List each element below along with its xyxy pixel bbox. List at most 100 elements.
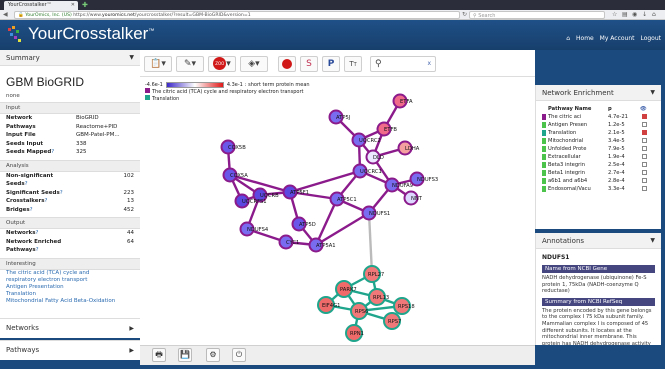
enrichment-row[interactable]: Antigen Presen 1.2e-5 xyxy=(536,121,661,129)
new-tab-icon[interactable]: ✚ xyxy=(82,1,88,9)
graph-node[interactable]: NDUFS1 xyxy=(361,205,391,221)
interesting-pathway-link[interactable]: Mitochondrial Fatty Acid Beta-Oxidation xyxy=(0,298,140,305)
summary-row-value: 452 xyxy=(123,206,135,213)
layout-tool-button[interactable]: 📋▾ xyxy=(144,56,172,72)
summary-row: Bridges? 452 xyxy=(0,206,140,215)
enrichment-row[interactable]: Endosomal/Vacu 3.3e-4 xyxy=(536,185,661,193)
graph-search-field[interactable]: ⚲ x xyxy=(370,56,436,72)
graph-node[interactable]: COX5B xyxy=(220,139,247,155)
help-link[interactable]: ? xyxy=(35,230,38,236)
help-link[interactable]: ? xyxy=(45,198,48,204)
interesting-pathway-link[interactable]: Antigen Presentation xyxy=(0,284,140,291)
summary-row-value: 13 xyxy=(127,198,134,204)
graph-node[interactable]: NDUFS4 xyxy=(239,221,269,237)
help-link[interactable]: ? xyxy=(25,181,28,187)
pathway-visibility-checkbox[interactable] xyxy=(642,162,647,167)
pathway-visibility-checkbox[interactable] xyxy=(642,170,647,175)
pathway-color-swatch xyxy=(542,146,546,152)
download-icon[interactable]: ↓ xyxy=(642,11,647,18)
interesting-pathway-link[interactable]: respiratory electron transport xyxy=(0,277,140,284)
graph-node[interactable]: ETFB xyxy=(376,121,398,137)
enrichment-row[interactable]: Unfolded Prote 7.9e-5 xyxy=(536,145,661,153)
graph-node[interactable]: ATP5J xyxy=(328,109,351,125)
home-icon[interactable]: ⌂ xyxy=(652,11,656,18)
enrichment-row[interactable]: Beta1 integrin 2.7e-4 xyxy=(536,169,661,177)
interesting-pathway-link[interactable]: The citric acid (TCA) cycle and xyxy=(0,270,140,277)
help-link[interactable]: ? xyxy=(51,149,54,155)
graph-node[interactable]: DLD xyxy=(365,149,384,165)
graph-node[interactable]: RPL27 xyxy=(363,265,384,283)
help-link[interactable]: ? xyxy=(30,207,33,213)
logout-link[interactable]: Logout xyxy=(640,35,661,42)
print-button[interactable]: 🖶 xyxy=(152,348,166,362)
browser-tab[interactable]: YourCrosstalker™ ✕ xyxy=(4,1,78,10)
eye-icon[interactable]: 👁 xyxy=(640,105,647,113)
graph-node[interactable]: RPS7 xyxy=(383,312,401,330)
bookmark-star-icon[interactable]: ☆ xyxy=(612,11,617,18)
enrichment-row[interactable]: Mitochondrial 3.4e-5 xyxy=(536,137,661,145)
summary-panel-header[interactable]: Summary ▼ xyxy=(0,50,140,66)
shield-icon[interactable]: ◉ xyxy=(632,11,637,18)
pathway-visibility-checkbox[interactable] xyxy=(642,146,647,151)
interesting-pathway-link[interactable]: Translation xyxy=(0,291,140,298)
back-icon[interactable]: ◀ xyxy=(3,11,8,18)
summary-row-value: 44 xyxy=(127,230,134,236)
close-tab-icon[interactable]: ✕ xyxy=(71,2,75,8)
reload-icon[interactable]: ↻ xyxy=(462,11,467,18)
graph-node[interactable]: RPL13 xyxy=(368,288,389,306)
pathway-visibility-checkbox[interactable] xyxy=(642,178,647,183)
help-link[interactable]: ? xyxy=(60,190,63,196)
graph-node[interactable]: NDUFS3 xyxy=(409,171,439,187)
graph-node[interactable]: ATP5C1 xyxy=(329,191,357,207)
graph-node-label: PARK7 xyxy=(340,287,357,293)
graph-node[interactable]: LDHA xyxy=(397,140,420,156)
my-account-link[interactable]: My Account xyxy=(600,35,635,42)
enrichment-row[interactable]: Translation 2.1e-5 xyxy=(536,129,661,137)
graph-node[interactable]: ATP5D xyxy=(291,216,316,232)
pathway-visibility-checkbox[interactable] xyxy=(642,186,647,191)
edit-tool-button[interactable]: ✎▾ xyxy=(176,56,204,72)
power-button[interactable]: ⏻ xyxy=(232,348,246,362)
summary-row-key: Bridges? xyxy=(6,206,33,213)
app-header: YourCrosstalker™ ⌂ Home My Account Logou… xyxy=(0,20,665,50)
networks-tab[interactable]: Networks ▶ xyxy=(0,318,140,338)
pathway-visibility-checkbox[interactable] xyxy=(642,154,647,159)
lock-icon: 🔒 xyxy=(18,13,24,18)
pathway-visibility-checkbox[interactable] xyxy=(642,122,647,127)
browser-search-field[interactable]: ⚲ Search xyxy=(469,11,605,19)
summary-row-value: 64 xyxy=(127,238,134,245)
help-link[interactable]: ? xyxy=(36,247,39,253)
graph-node[interactable]: RPN1 xyxy=(345,324,364,342)
reading-list-icon[interactable]: ▤ xyxy=(622,11,628,18)
text-size-button[interactable]: TT xyxy=(344,56,362,72)
pathway-visibility-checkbox[interactable] xyxy=(642,138,647,143)
zoom-tool-button[interactable]: ZOO ▾ xyxy=(208,56,236,72)
network-graph[interactable]: ETFA ATP5J ETFB COX5B UQCRC2 DLD LDHA COX5A UQCR… xyxy=(140,77,535,345)
graph-node[interactable]: EIF4G1 xyxy=(317,296,340,314)
graph-node[interactable]: ETFA xyxy=(392,93,413,109)
app-title[interactable]: YourCrosstalker™ xyxy=(28,24,154,44)
settings-button[interactable]: ⚙ xyxy=(206,348,220,362)
clear-search-icon[interactable]: x xyxy=(427,57,431,71)
enrichment-row[interactable]: Extracellular 1.9e-4 xyxy=(536,153,661,161)
graph-node[interactable]: CYC1 xyxy=(278,234,300,250)
pathway-visibility-checkbox[interactable] xyxy=(642,114,647,119)
s-button[interactable]: S xyxy=(300,56,318,72)
enrichment-row[interactable]: The citric aci 4.7e-21 xyxy=(536,113,661,121)
enrichment-row[interactable]: a6b1 and a6b4 2.8e-4 xyxy=(536,177,661,185)
graph-node[interactable]: NNT xyxy=(403,190,423,206)
save-button[interactable]: 💾 xyxy=(178,348,192,362)
enrichment-row[interactable]: Beta3 integrin 2.5e-4 xyxy=(536,161,661,169)
stop-button[interactable] xyxy=(278,56,296,72)
p-button[interactable]: P xyxy=(322,56,340,72)
url-field[interactable]: 🔒 YourOmics, Inc. (US) https://www.youro… xyxy=(14,11,460,19)
pathway-visibility-checkbox[interactable] xyxy=(642,130,647,135)
graph-node[interactable]: RPS6 xyxy=(350,302,368,320)
enrichment-panel-header[interactable]: Network Enrichment ▼ xyxy=(536,85,661,101)
graph-node[interactable]: RPS18 xyxy=(393,297,415,315)
paint-tool-button[interactable]: ◈▾ xyxy=(240,56,268,72)
home-link[interactable]: ⌂ Home xyxy=(566,35,593,42)
pathways-tab[interactable]: Pathways ▶ xyxy=(0,340,140,360)
annotations-panel-header[interactable]: Annotations ▼ xyxy=(536,233,661,249)
network-graph-area[interactable]: ETFA ATP5J ETFB COX5B UQCRC2 DLD LDHA COX5A UQCR… xyxy=(140,77,535,345)
